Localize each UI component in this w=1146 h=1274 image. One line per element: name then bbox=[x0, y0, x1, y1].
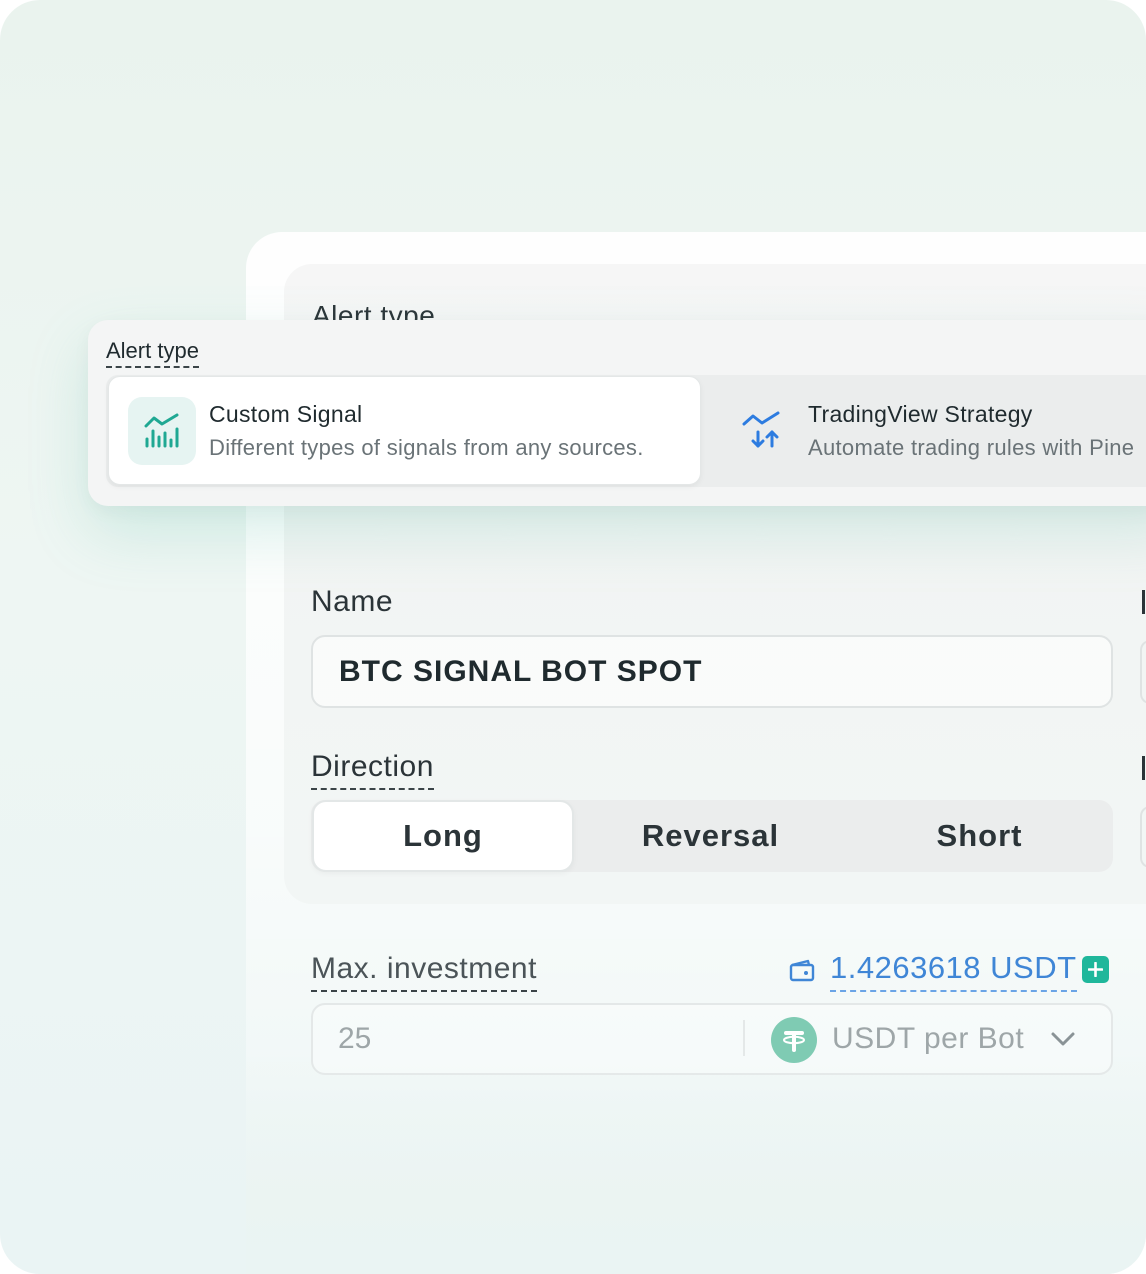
direction-long-button[interactable]: Long bbox=[312, 800, 574, 872]
direction-selector: Long Reversal Short bbox=[311, 800, 1113, 872]
custom-signal-description: Different types of signals from any sour… bbox=[209, 435, 644, 460]
bottom-fade bbox=[246, 1060, 1146, 1274]
add-funds-button[interactable] bbox=[1082, 956, 1109, 983]
adjacent-field-input[interactable] bbox=[1140, 640, 1146, 704]
tradingview-strategy-title[interactable]: TradingView Strategy bbox=[808, 401, 1033, 428]
max-investment-label: Max. investment bbox=[311, 952, 537, 992]
wallet-icon bbox=[789, 958, 815, 982]
direction-label: Direction bbox=[311, 750, 434, 790]
tradingview-strategy-description: Automate trading rules with Pine bbox=[808, 435, 1135, 460]
bot-name-value: BTC SIGNAL BOT SPOT bbox=[339, 654, 703, 688]
available-balance-link[interactable]: 1.4263618 USDT bbox=[830, 950, 1077, 992]
chevron-down-icon[interactable] bbox=[1050, 1030, 1076, 1048]
alert-option-custom-signal[interactable] bbox=[108, 376, 701, 485]
adjacent-field-input-2[interactable] bbox=[1140, 806, 1146, 868]
tradingview-strategy-icon[interactable] bbox=[740, 408, 784, 454]
usdt-icon bbox=[771, 1017, 817, 1063]
name-label: Name bbox=[311, 585, 394, 618]
input-divider bbox=[743, 1020, 745, 1056]
adjacent-field-label bbox=[1142, 590, 1145, 614]
investment-unit-select[interactable]: USDT per Bot bbox=[832, 1022, 1024, 1056]
alert-type-label: Alert type bbox=[106, 338, 199, 368]
max-investment-value: 25 bbox=[338, 1022, 372, 1055]
alert-type-ghost-label: Alert type bbox=[312, 300, 436, 322]
bot-name-input[interactable]: BTC SIGNAL BOT SPOT bbox=[311, 635, 1113, 708]
direction-reversal-button[interactable]: Reversal bbox=[578, 800, 843, 872]
adjacent-field-label-2 bbox=[1142, 756, 1145, 780]
custom-signal-title: Custom Signal bbox=[209, 401, 363, 427]
app-screenshot: Alert type Alert type Custom Signal Diff… bbox=[0, 0, 1146, 1274]
direction-short-button[interactable]: Short bbox=[847, 800, 1112, 872]
plus-icon bbox=[1088, 962, 1103, 977]
signal-chart-icon bbox=[128, 397, 196, 465]
